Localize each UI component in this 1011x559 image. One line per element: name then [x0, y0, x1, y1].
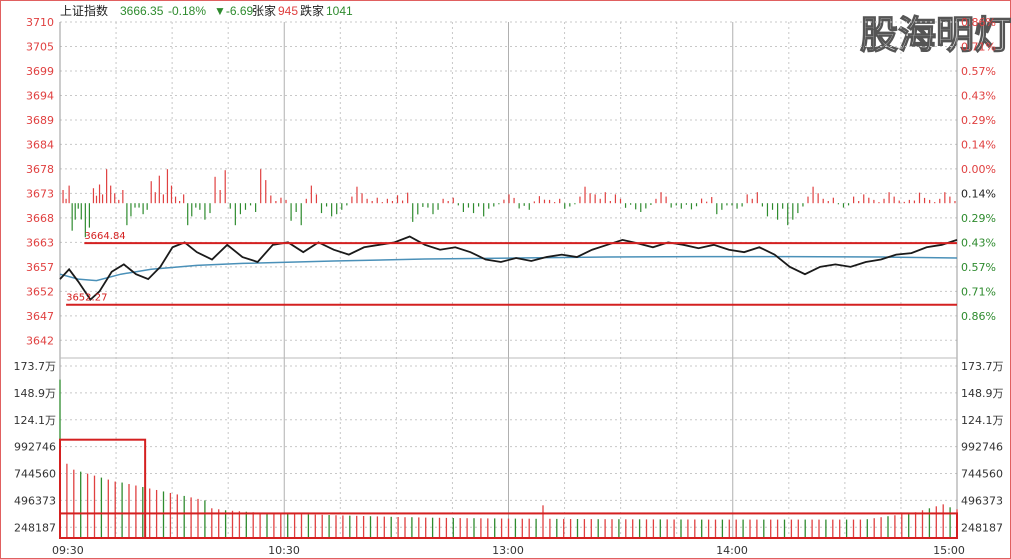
down-label: 跌家: [300, 3, 324, 18]
chart-header: 上证指数 3666.35 -0.18% ▼-6.69 张家 945 跌家 104…: [60, 3, 353, 18]
y-left-tick: 3668: [26, 212, 54, 225]
y-right-tick: 0.71%: [961, 285, 996, 298]
vol-right-tick: 248187: [961, 521, 1003, 534]
y-right-tick: 0.29%: [961, 212, 996, 225]
grid: [59, 21, 958, 538]
index-change-pct: -0.18%: [168, 4, 206, 18]
intraday-chart: 上证指数 3666.35 -0.18% ▼-6.69 张家 945 跌家 104…: [0, 0, 1011, 559]
vol-left-tick: 248187: [14, 521, 56, 534]
y-right-tick: 0.14%: [961, 187, 996, 200]
vol-left-tick: 148.9万: [14, 387, 57, 400]
chart-frame: [0, 0, 1011, 559]
x-tick: 15:00: [933, 544, 965, 557]
vol-right-tick: 992746: [961, 441, 1003, 454]
y-left-tick: 3647: [26, 310, 54, 323]
y-right-tick: 0.43%: [961, 236, 996, 249]
vol-right-tick: 173.7万: [961, 360, 1004, 373]
y-right-tick: 0.71%: [961, 40, 996, 53]
y-right-tick: 0.57%: [961, 261, 996, 274]
index-change-pts: ▼-6.69: [214, 4, 254, 18]
index-price: 3666.35: [120, 4, 164, 18]
y-right-tick: 0.14%: [961, 138, 996, 151]
x-tick: 14:00: [716, 544, 748, 557]
up-label: 张家: [252, 3, 276, 18]
y-left-tick: 3663: [26, 236, 54, 249]
y-right-tick: 0.29%: [961, 114, 996, 127]
y-right-tick: 0.57%: [961, 65, 996, 78]
up-count: 945: [278, 4, 298, 18]
y-left-tick: 3689: [26, 114, 54, 127]
vol-left-tick: 496373: [14, 494, 56, 507]
y-left-tick: 3694: [26, 89, 54, 102]
vol-right-tick: 148.9万: [961, 387, 1004, 400]
vol-left-tick: 744560: [14, 468, 56, 481]
y-left-tick: 3678: [26, 163, 54, 176]
y-left-tick: 3710: [26, 16, 54, 29]
x-tick: 10:30: [268, 544, 300, 557]
y-left-tick: 3684: [26, 138, 54, 151]
highlight-box: [59, 438, 147, 539]
y-left-tick: 3699: [26, 65, 54, 78]
y-left-tick: 3657: [26, 261, 54, 274]
y-right-tick: 0.86%: [961, 310, 996, 323]
vol-right-tick: 124.1万: [961, 414, 1004, 427]
vol-left-tick: 173.7万: [14, 360, 57, 373]
y-left-tick: 3642: [26, 334, 54, 347]
annotations: 3664.84 3652.27: [66, 231, 957, 306]
vol-right-tick: 744560: [961, 468, 1003, 481]
x-tick: 13:00: [492, 544, 524, 557]
vol-right-tick: 496373: [961, 494, 1003, 507]
annotation-label: 3664.84: [84, 231, 125, 242]
y-left-tick: 3673: [26, 187, 54, 200]
x-tick: 09:30: [52, 544, 84, 557]
vol-left-tick: 992746: [14, 441, 56, 454]
y-right-tick: 0.00%: [961, 163, 996, 176]
annotation-label: 3652.27: [66, 293, 107, 304]
vol-left-tick: 124.1万: [14, 414, 57, 427]
index-name: 上证指数: [60, 3, 108, 18]
tick-bars: [62, 169, 956, 238]
y-left-tick: 3705: [26, 40, 54, 53]
y-right-tick: 0.43%: [961, 89, 996, 102]
y-left-tick: 3652: [26, 285, 54, 298]
y-right-tick: 0.86%: [961, 16, 996, 29]
down-count: 1041: [326, 4, 353, 18]
